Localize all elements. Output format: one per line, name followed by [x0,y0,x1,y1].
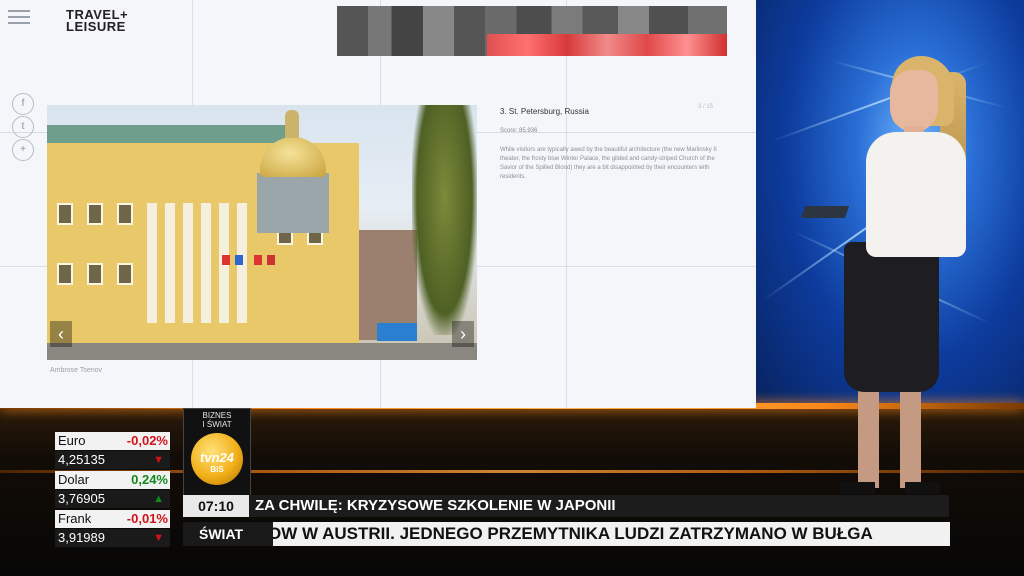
channel-logo-sub: BiS [210,465,224,474]
tablet-device [800,206,850,218]
logo-line-2: LEISURE [66,19,126,34]
currency-name: Dolar [58,472,90,487]
down-arrow-icon: ▼ [153,454,164,466]
headline-bar: ZA CHWILĘ: KRYZYSOWE SZKOLENIE W JAPONII [249,495,949,517]
article-title: 3. St. Petersburg, Russia [500,107,589,116]
st-petersburg-photo: ‹ › [47,105,477,360]
facebook-icon[interactable]: f [12,93,34,115]
currency-value: 3,76905 [58,491,105,506]
down-arrow-icon: ▼ [153,532,164,544]
up-arrow-icon: ▲ [153,493,164,505]
photo-credit: Ambrose Tsenov [50,367,103,374]
currency-value: 4,25135 [58,452,105,467]
hamburger-menu-icon[interactable] [8,10,30,24]
currency-change: -0,01% [126,511,168,526]
twitter-icon[interactable]: t [12,116,34,138]
program-name: BIZNES I ŚWIAT [202,411,232,429]
news-presenter [800,52,980,497]
currency-dollar: Dolar 0,24% 3,76905 ▲ [55,471,170,508]
currency-change: 0,24% [131,472,168,487]
tvn24-logo: tvn24 BiS [191,433,243,485]
currency-franc: Frank -0,01% 3,91989 ▼ [55,510,170,547]
article-body: While visitors are typically awed by the… [500,147,717,180]
previous-arrow-icon[interactable]: ‹ [50,321,72,347]
next-arrow-icon[interactable]: › [452,321,474,347]
currency-euro: Euro -0,02% 4,25135 ▼ [55,432,170,469]
plus-share-icon[interactable]: + [12,139,34,161]
program-badge: BIZNES I ŚWIAT tvn24 BiS [183,408,251,496]
currency-change: -0,02% [126,433,168,448]
touch-screen-webpage[interactable]: TRAVEL+ LEISURE f t + ‹ › Ambrose Tsenov… [0,0,756,408]
slide-counter: 3 / 15 [698,104,714,110]
currency-name: Frank [58,511,92,526]
clock: 07:10 [183,495,249,517]
currency-value: 3,91989 [58,530,105,545]
currency-name: Euro [58,433,86,448]
news-crawl: OW W AUSTRII. JEDNEGO PRZEMYTNIKA LUDZI … [264,522,950,546]
channel-logo-text: tvn24 [200,450,234,465]
article-score: Score: 85.936 [500,128,538,134]
site-logo[interactable]: TRAVEL+ LEISURE [66,8,128,34]
pixelated-banner [337,6,727,56]
crawl-category: ŚWIAT [183,522,273,546]
tree [412,105,477,335]
